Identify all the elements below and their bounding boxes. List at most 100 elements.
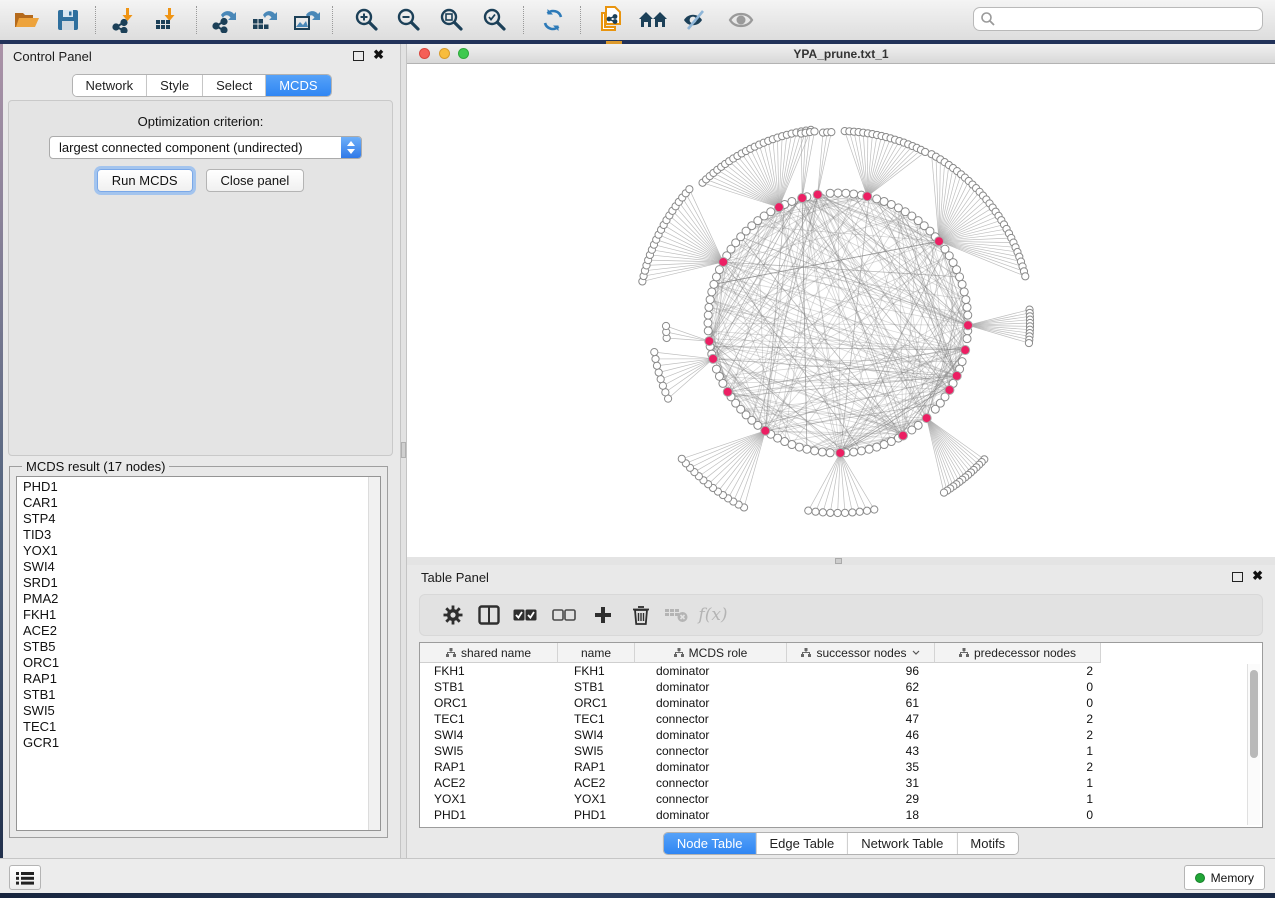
satellite-node[interactable] [1025, 339, 1032, 346]
toolbar-search[interactable] [973, 7, 1263, 31]
zoom-fit-button[interactable] [433, 4, 471, 36]
mcds-result-item[interactable]: GCR1 [17, 735, 380, 751]
select-all-button[interactable] [508, 595, 542, 635]
network-node[interactable] [706, 296, 714, 304]
hide-selected-button[interactable] [676, 4, 714, 36]
table-row[interactable]: YOX1YOX1connector291 [420, 791, 1248, 807]
table-scrollbar-thumb[interactable] [1250, 670, 1258, 758]
horizontal-splitter-handle[interactable] [835, 558, 842, 564]
float-table-panel-icon[interactable] [1232, 572, 1243, 582]
column-header-shared-name[interactable]: shared name [420, 643, 558, 663]
network-node[interactable] [865, 445, 873, 453]
mcds-hub-node[interactable] [945, 385, 954, 394]
network-node[interactable] [803, 445, 811, 453]
network-node[interactable] [705, 303, 713, 311]
vertical-splitter-handle[interactable] [401, 442, 406, 458]
satellite-node[interactable] [841, 509, 848, 516]
table-row[interactable]: SWI5SWI5connector431 [420, 743, 1248, 759]
column-header-successor-nodes[interactable]: successor nodes [787, 643, 935, 663]
network-node[interactable] [704, 319, 712, 327]
mcds-result-item[interactable]: SRD1 [17, 575, 380, 591]
delete-table-button[interactable] [660, 595, 694, 635]
export-network-button[interactable] [206, 4, 244, 36]
tab-style[interactable]: Style [147, 75, 203, 96]
network-node[interactable] [964, 311, 972, 319]
mcds-result-item[interactable]: STP4 [17, 511, 380, 527]
network-graph[interactable] [407, 64, 1275, 557]
table-settings-button[interactable] [436, 595, 470, 635]
mcds-hub-node[interactable] [952, 371, 961, 380]
network-node[interactable] [958, 358, 966, 366]
tab-edge-table[interactable]: Edge Table [756, 833, 848, 854]
tab-select[interactable]: Select [203, 75, 266, 96]
apply-layout-button[interactable] [534, 4, 572, 36]
export-table-button[interactable] [246, 4, 284, 36]
network-node[interactable] [873, 195, 881, 203]
network-node[interactable] [818, 448, 826, 456]
satellite-node[interactable] [652, 355, 659, 362]
vertical-splitter[interactable] [400, 44, 407, 858]
satellite-node[interactable] [811, 128, 818, 135]
network-node[interactable] [857, 447, 865, 455]
mcds-result-item[interactable]: PHD1 [17, 479, 380, 495]
mcds-hub-node[interactable] [961, 346, 970, 355]
mcds-result-item[interactable]: STB5 [17, 639, 380, 655]
mcds-hub-node[interactable] [723, 387, 732, 396]
satellite-node[interactable] [827, 509, 834, 516]
function-builder-button[interactable]: f(x) [696, 595, 730, 635]
satellite-node[interactable] [655, 369, 662, 376]
network-node[interactable] [767, 208, 775, 216]
satellite-node[interactable] [805, 507, 812, 514]
show-all-button[interactable] [722, 4, 760, 36]
zoom-selected-button[interactable] [476, 4, 514, 36]
mcds-hub-node[interactable] [705, 337, 714, 346]
network-node[interactable] [842, 189, 850, 197]
tab-node-table[interactable]: Node Table [664, 833, 757, 854]
mcds-result-list[interactable]: PHD1CAR1STP4TID3YOX1SWI4SRD1PMA2FKH1ACE2… [16, 476, 381, 831]
mcds-result-item[interactable]: CAR1 [17, 495, 380, 511]
network-node[interactable] [788, 197, 796, 205]
import-table-button[interactable] [148, 4, 186, 36]
network-node[interactable] [826, 189, 834, 197]
network-node[interactable] [710, 280, 718, 288]
tab-network-table[interactable]: Network Table [848, 833, 957, 854]
mcds-result-item[interactable]: ACE2 [17, 623, 380, 639]
satellite-node[interactable] [678, 455, 685, 462]
column-header-mcds-role[interactable]: MCDS role [635, 643, 787, 663]
satellite-node[interactable] [849, 509, 856, 516]
network-node[interactable] [960, 288, 968, 296]
task-history-button[interactable] [9, 865, 41, 890]
network-node[interactable] [834, 189, 842, 197]
mcds-hub-node[interactable] [813, 190, 822, 199]
mcds-result-item[interactable]: TEC1 [17, 719, 380, 735]
horizontal-splitter[interactable] [407, 557, 1275, 565]
network-node[interactable] [850, 190, 858, 198]
toggle-column-panel-button[interactable] [472, 595, 506, 635]
network-canvas[interactable] [407, 64, 1275, 557]
satellite-node[interactable] [940, 489, 947, 496]
mcds-hub-node[interactable] [719, 257, 728, 266]
network-node[interactable] [958, 280, 966, 288]
satellite-node[interactable] [657, 376, 664, 383]
network-node[interactable] [873, 443, 881, 451]
memory-button[interactable]: Memory [1184, 865, 1265, 890]
mcds-list-scrollbar[interactable] [368, 477, 380, 830]
network-node[interactable] [704, 311, 712, 319]
network-node[interactable] [963, 303, 971, 311]
mcds-result-item[interactable]: STB1 [17, 687, 380, 703]
mcds-hub-node[interactable] [836, 448, 845, 457]
close-panel-icon[interactable]: ✖ [373, 48, 384, 62]
network-node[interactable] [931, 405, 939, 413]
table-scrollbar[interactable] [1247, 664, 1260, 825]
column-header-name[interactable]: name [558, 643, 635, 663]
satellite-node[interactable] [856, 508, 863, 515]
table-row[interactable]: TEC1TEC1connector472 [420, 711, 1248, 727]
satellite-node[interactable] [662, 322, 669, 329]
table-row[interactable]: ACE2ACE2connector311 [420, 775, 1248, 791]
optimization-criterion-select[interactable]: largest connected component (undirected) [49, 136, 362, 159]
mcds-result-item[interactable]: SWI4 [17, 559, 380, 575]
network-node[interactable] [956, 273, 964, 281]
network-node[interactable] [795, 443, 803, 451]
float-panel-icon[interactable] [353, 51, 364, 61]
toolbar-search-input[interactable] [996, 11, 1262, 27]
